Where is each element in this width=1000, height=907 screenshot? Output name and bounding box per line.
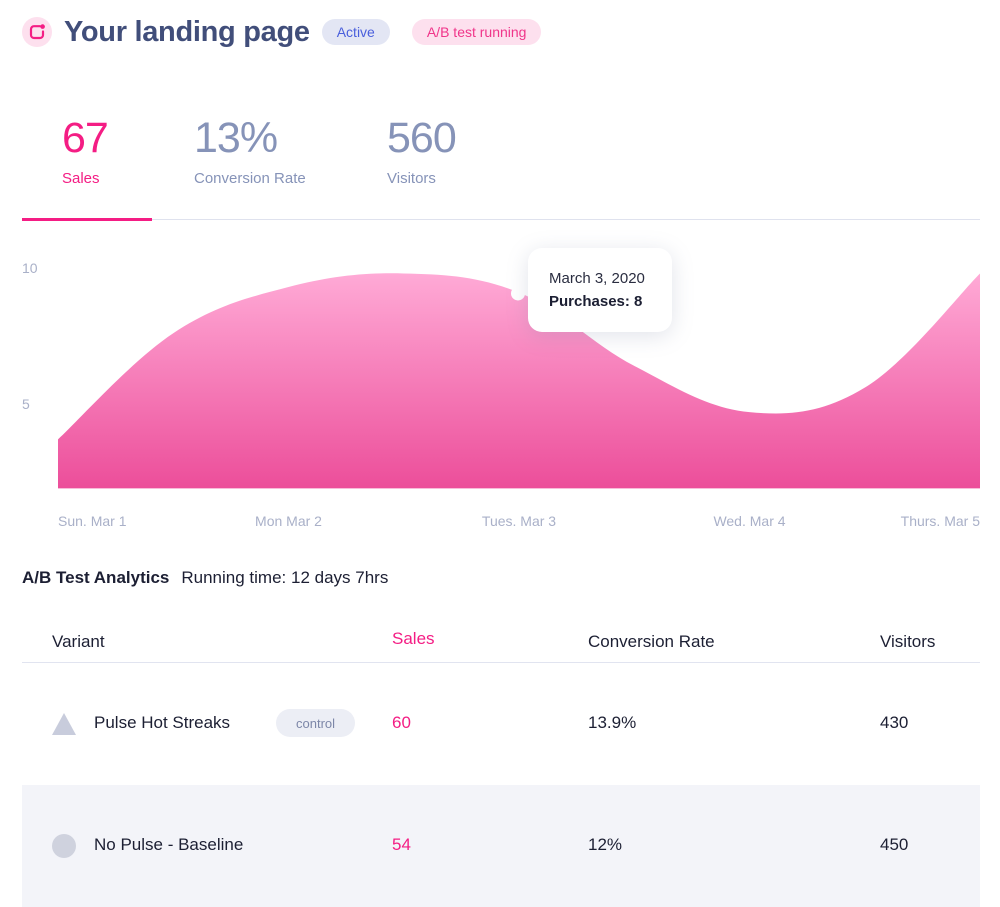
- chart-hover-marker[interactable]: [511, 286, 525, 301]
- sales-label: Sales: [62, 170, 100, 187]
- variant-conversion-rate: 12%: [588, 835, 623, 854]
- x-tick-label: Tues. Mar 3: [482, 513, 556, 529]
- triangle-icon: [52, 713, 76, 735]
- chart-svg: 10 5 Sun. Mar 1 Mon Mar 2 Tues. Mar 3 Wed. M…: [22, 260, 981, 529]
- page-title: Your landing page: [64, 15, 310, 48]
- table-row[interactable]: No Pulse - Baseline 54 12% 450: [22, 785, 980, 907]
- column-header-variant[interactable]: Variant: [52, 632, 105, 652]
- column-header-visitors[interactable]: Visitors: [880, 632, 935, 652]
- status-badge-ab-test: A/B test running: [411, 19, 542, 45]
- sales-value: 67: [62, 114, 109, 162]
- conversion-rate-label: Conversion Rate: [194, 170, 306, 187]
- x-tick-label: Thurs. Mar 5: [901, 513, 981, 529]
- y-tick-label: 5: [22, 396, 30, 412]
- variant-visitors: 450: [880, 835, 909, 854]
- variant-sales: 54: [392, 835, 411, 854]
- tooltip-date: March 3, 2020: [549, 270, 645, 287]
- table-row[interactable]: Pulse Hot Streaks control 60 13.9% 430: [22, 663, 980, 785]
- ab-test-table: Variant Sales Conversion Rate Visitors P…: [22, 620, 980, 907]
- variant-conversion-rate: 13.9%: [588, 713, 637, 732]
- running-time: Running time: 12 days 7hrs: [181, 568, 389, 587]
- control-badge: control: [276, 709, 356, 737]
- table-header: Variant Sales Conversion Rate Visitors: [22, 620, 980, 663]
- variant-sales: 60: [392, 713, 411, 732]
- y-tick-label: 10: [22, 260, 38, 276]
- visitors-value: 560: [387, 114, 457, 162]
- variant-name: No Pulse - Baseline: [94, 835, 244, 854]
- tab-sales[interactable]: 67 Sales: [62, 112, 109, 187]
- variant-name: Pulse Hot Streaks: [94, 713, 231, 732]
- x-tick-label: Mon Mar 2: [255, 513, 322, 529]
- column-header-conversion-rate[interactable]: Conversion Rate: [588, 632, 715, 652]
- chart-tooltip: March 3, 2020 Purchases: 8: [528, 248, 672, 332]
- conversion-rate-value: 13%: [194, 114, 278, 162]
- circle-icon: [52, 834, 76, 858]
- ab-test-header: A/B Test Analytics Running time: 12 days…: [22, 568, 388, 588]
- x-tick-label: Wed. Mar 4: [713, 513, 785, 529]
- column-header-sales[interactable]: Sales: [392, 629, 435, 649]
- sales-chart: 10 5 Sun. Mar 1 Mon Mar 2 Tues. Mar 3 Wed. M…: [0, 225, 1000, 545]
- tab-conversion-rate[interactable]: 13% Conversion Rate: [194, 112, 306, 187]
- page-header: Your landing page Active A/B test runnin…: [22, 14, 563, 50]
- active-tab-indicator: [22, 218, 152, 221]
- variant-visitors: 430: [880, 713, 909, 732]
- stats-tabs: 67 Sales 13% Conversion Rate 560 Visitor…: [22, 112, 980, 221]
- tooltip-value: Purchases: 8: [549, 293, 643, 310]
- chart-area-series-purchases: [58, 273, 980, 489]
- visitors-label: Visitors: [387, 170, 436, 187]
- ab-test-title: A/B Test Analytics: [22, 568, 170, 587]
- tab-visitors[interactable]: 560 Visitors: [387, 112, 457, 187]
- status-badge-active: Active: [321, 19, 390, 45]
- x-tick-label: Sun. Mar 1: [58, 513, 127, 529]
- pulse-logo-icon: [22, 17, 52, 47]
